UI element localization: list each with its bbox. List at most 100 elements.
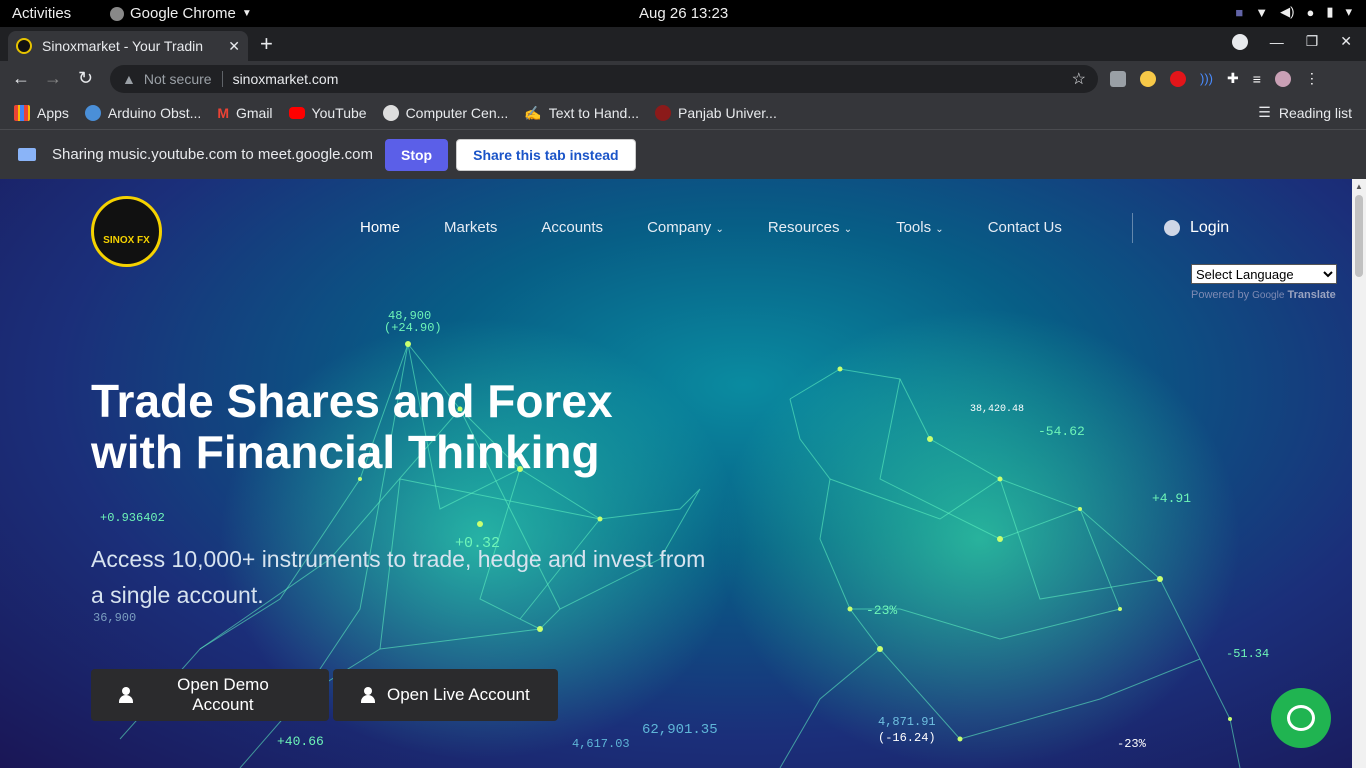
menu-kebab-icon[interactable]: ⋮ [1305,70,1319,87]
page-content: 48,900 (+24.90) +0.936402 +0.32 36,900 +… [0,179,1352,768]
extension-audio-icon[interactable]: ))) [1200,71,1213,86]
bookmark-youtube[interactable]: YouTube [288,105,367,121]
avatar[interactable] [1274,70,1291,87]
bookmark-text-to-hand[interactable]: ✍ Text to Hand... [524,105,639,122]
demo-button-label: Open Demo Account [177,675,269,714]
site-favicon-icon [16,38,32,54]
ticker-label: 38,420.48 [970,404,1025,415]
bookmark-apps[interactable]: Apps [14,105,69,121]
new-tab-button[interactable]: + [260,31,273,57]
share-message: Sharing music.youtube.com to meet.google… [52,146,373,163]
bookmark-label: Panjab Univer... [678,105,777,121]
bookmark-label: Text to Hand... [548,105,639,121]
app-name: Google Chrome [130,5,236,22]
nav-accounts[interactable]: Accounts [541,219,603,236]
powered-by-label: Powered by [1191,289,1250,301]
reading-list-button[interactable]: ☰ Reading list [1258,104,1352,121]
google-translate-credit: Powered by Google Translate [1191,289,1336,301]
bookmark-star-icon[interactable]: ☆ [1072,69,1086,89]
extension-icon[interactable] [1110,70,1126,87]
share-this-tab-button[interactable]: Share this tab instead [456,138,636,171]
ticker-label: 4,617.03 [572,737,630,751]
nav-company[interactable]: Company ⌄ [647,219,724,236]
bookmarks-bar: Apps Arduino Obst... M Gmail YouTube Comp… [0,97,1366,130]
nav-contact[interactable]: Contact Us [988,219,1062,236]
ticker-label: +0.936402 [100,511,165,525]
tab-strip: Sinoxmarket - Your Tradin ✕ + — ❐ ✕ [0,27,1366,61]
youtube-icon [288,107,305,119]
open-live-account-button[interactable]: Open Live Account [333,669,558,721]
maximize-button[interactable]: ❐ [1306,33,1319,50]
chat-widget-button[interactable] [1271,688,1331,748]
chrome-icon [110,6,124,21]
ticker-label: -51.34 [1226,647,1270,661]
activities-button[interactable]: Activities [12,5,71,22]
nav-home[interactable]: Home [360,219,400,236]
ticker-label: -23% [866,603,898,618]
language-select[interactable]: Select Language [1191,264,1337,284]
wifi-icon: ▼ [1255,4,1269,20]
bookmark-label: Arduino Obst... [107,105,202,121]
screen-share-icon [18,148,36,161]
hero-title-line2: with Financial Thinking [91,426,600,478]
close-window-button[interactable]: ✕ [1340,33,1352,50]
live-button-label: Open Live Account [387,685,530,704]
user-icon [361,687,375,703]
chevron-down-icon: ⌄ [715,224,724,235]
extension-hand-icon[interactable] [1170,70,1186,87]
puzzle-icon[interactable]: ✚ [1227,70,1239,87]
stop-sharing-button[interactable]: Stop [385,138,449,171]
gmail-icon: M [217,105,229,121]
nav-tools[interactable]: Tools ⌄ [896,219,944,236]
page-scrollbar[interactable]: ▲ [1352,179,1366,768]
app-menu[interactable]: Google Chrome ▼ [110,5,252,22]
nav-markets[interactable]: Markets [444,219,497,236]
university-seal-icon [655,105,671,121]
chevron-down-icon: ▼ [241,8,252,19]
url-text: sinoxmarket.com [221,71,338,87]
clock[interactable]: Aug 26 13:23 [639,5,728,22]
media-control-icon[interactable]: ≡ [1253,71,1261,87]
ticker-label: 4,871.91 [878,715,936,729]
reading-list-icon: ☰ [1258,104,1271,120]
hero-title: Trade Shares and Forex with Financial Th… [91,376,711,478]
screen-share-bar: Sharing music.youtube.com to meet.google… [0,130,1366,179]
microphone-icon: ● [1306,4,1315,20]
pen-icon: ✍ [524,104,542,121]
translate-link[interactable]: Translate [1287,289,1335,301]
bookmark-gmail[interactable]: M Gmail [217,105,272,121]
extension-face-icon[interactable] [1140,70,1156,87]
nav-resources[interactable]: Resources ⌄ [768,219,852,236]
open-demo-account-button[interactable]: Open Demo Account [91,669,329,721]
hero-subtitle: Access 10,000+ instruments to trade, hed… [91,546,706,608]
extensions-area: ))) ✚ ≡ ⋮ [1110,70,1319,87]
nav-tools-label: Tools [896,219,932,236]
tab-search-icon[interactable] [1231,33,1248,50]
chat-bubble-icon [1287,705,1315,731]
reload-button[interactable]: ↻ [78,68,93,89]
close-tab-icon[interactable]: ✕ [228,38,240,55]
tab-sinoxmarket[interactable]: Sinoxmarket - Your Tradin ✕ [8,31,248,61]
scrollbar-thumb[interactable] [1355,195,1363,277]
browser-toolbar: ← → ↻ ▲ Not secure sinoxmarket.com ☆ )))… [0,61,1366,97]
login-label: Login [1190,219,1230,236]
scroll-up-arrow-icon[interactable]: ▲ [1355,182,1363,191]
system-tray[interactable]: ■ ▼ ◀) ● ▮ ▾ [1235,4,1352,20]
minimize-button[interactable]: — [1270,34,1284,50]
user-icon [1164,220,1180,236]
bookmark-arduino[interactable]: Arduino Obst... [84,105,202,121]
bookmark-computer-center[interactable]: Computer Cen... [382,105,508,121]
teams-icon: ■ [1235,4,1244,20]
tab-title: Sinoxmarket - Your Tradin [42,38,204,54]
globe-icon [382,105,399,121]
forward-button[interactable]: → [44,68,62,89]
battery-icon: ▮ [1326,4,1334,19]
bookmark-panjab[interactable]: Panjab Univer... [655,105,777,121]
address-bar[interactable]: ▲ Not secure sinoxmarket.com ☆ [110,65,1098,93]
bookmark-label: YouTube [311,105,367,121]
back-button[interactable]: ← [12,68,30,89]
sinox-fx-logo[interactable]: SINOX FX [91,196,162,267]
main-nav: Home Markets Accounts Company ⌄ Resource… [360,219,1106,236]
chevron-down-icon: ▾ [1345,4,1352,19]
login-link[interactable]: Login [1164,219,1229,237]
